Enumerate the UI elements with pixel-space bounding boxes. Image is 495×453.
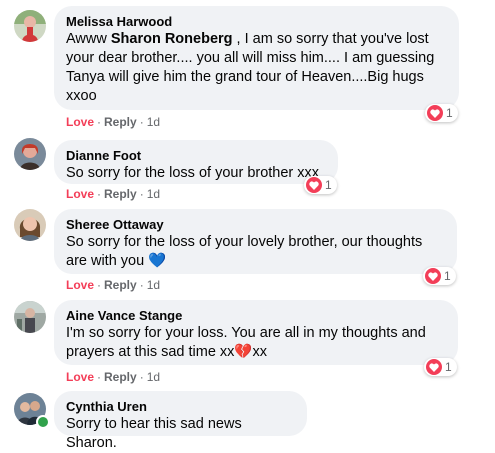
comment-text: Awww Sharon Roneberg , I am so sorry tha… bbox=[66, 31, 435, 104]
reaction-count[interactable]: 1 bbox=[304, 176, 337, 194]
comment-time[interactable]: 1d bbox=[147, 278, 160, 292]
comment-actions: Love · Reply · 1d bbox=[66, 278, 161, 292]
comment-text: So sorry for the loss of your lovely bro… bbox=[66, 234, 423, 269]
comment-time[interactable]: 1d bbox=[147, 370, 160, 384]
reply-button[interactable]: Reply bbox=[104, 278, 137, 292]
comment-time[interactable]: 1d bbox=[147, 187, 160, 201]
comment-author[interactable]: Cynthia Uren bbox=[66, 398, 295, 415]
avatar[interactable] bbox=[14, 209, 46, 241]
comment-bubble: Aine Vance Stange I'm so sorry for your … bbox=[54, 300, 458, 365]
comment-bubble: Dianne Foot So sorry for the loss of you… bbox=[54, 140, 338, 184]
heart-reaction-icon bbox=[306, 177, 322, 193]
mention-link[interactable]: Sharon Roneberg bbox=[111, 31, 233, 47]
love-button[interactable]: Love bbox=[66, 115, 94, 129]
comment-author[interactable]: Sheree Ottaway bbox=[66, 216, 445, 233]
online-status-icon bbox=[36, 415, 50, 429]
comment-bubble: Cynthia Uren Sorry to hear this sad news… bbox=[54, 391, 307, 451]
comment-author[interactable]: Aine Vance Stange bbox=[66, 307, 446, 324]
love-button[interactable]: Love bbox=[66, 370, 94, 384]
comment-text: So sorry for the loss of your brother xx… bbox=[66, 165, 320, 181]
avatar[interactable] bbox=[14, 138, 46, 170]
comment-text: Sorry to hear this sad news Sharon. bbox=[66, 416, 242, 451]
comment-bubble: Melissa Harwood Awww Sharon Roneberg , I… bbox=[54, 6, 459, 110]
comment-time[interactable]: 1d bbox=[147, 115, 160, 129]
heart-reaction-icon bbox=[427, 105, 443, 121]
reaction-count[interactable]: 1 bbox=[425, 104, 458, 122]
love-button[interactable]: Love bbox=[66, 278, 94, 292]
comment-author[interactable]: Melissa Harwood bbox=[66, 13, 447, 30]
reaction-count[interactable]: 1 bbox=[424, 358, 457, 376]
comment-actions: Love · Reply · 1d bbox=[66, 187, 161, 201]
comment-actions: Love · Reply · 1d bbox=[66, 115, 161, 129]
reaction-count[interactable]: 1 bbox=[423, 267, 456, 285]
heart-reaction-icon bbox=[426, 359, 442, 375]
comment-text: I'm so sorry for your loss. You are all … bbox=[66, 325, 426, 360]
reply-button[interactable]: Reply bbox=[104, 115, 137, 129]
avatar[interactable] bbox=[14, 301, 46, 333]
reply-button[interactable]: Reply bbox=[104, 370, 137, 384]
reply-button[interactable]: Reply bbox=[104, 187, 137, 201]
comment-actions: Love · Reply · 1d bbox=[66, 370, 161, 384]
heart-reaction-icon bbox=[425, 268, 441, 284]
love-button[interactable]: Love bbox=[66, 187, 94, 201]
avatar[interactable] bbox=[14, 10, 46, 42]
comment-bubble: Sheree Ottaway So sorry for the loss of … bbox=[54, 209, 457, 274]
comment-author[interactable]: Dianne Foot bbox=[66, 147, 326, 164]
